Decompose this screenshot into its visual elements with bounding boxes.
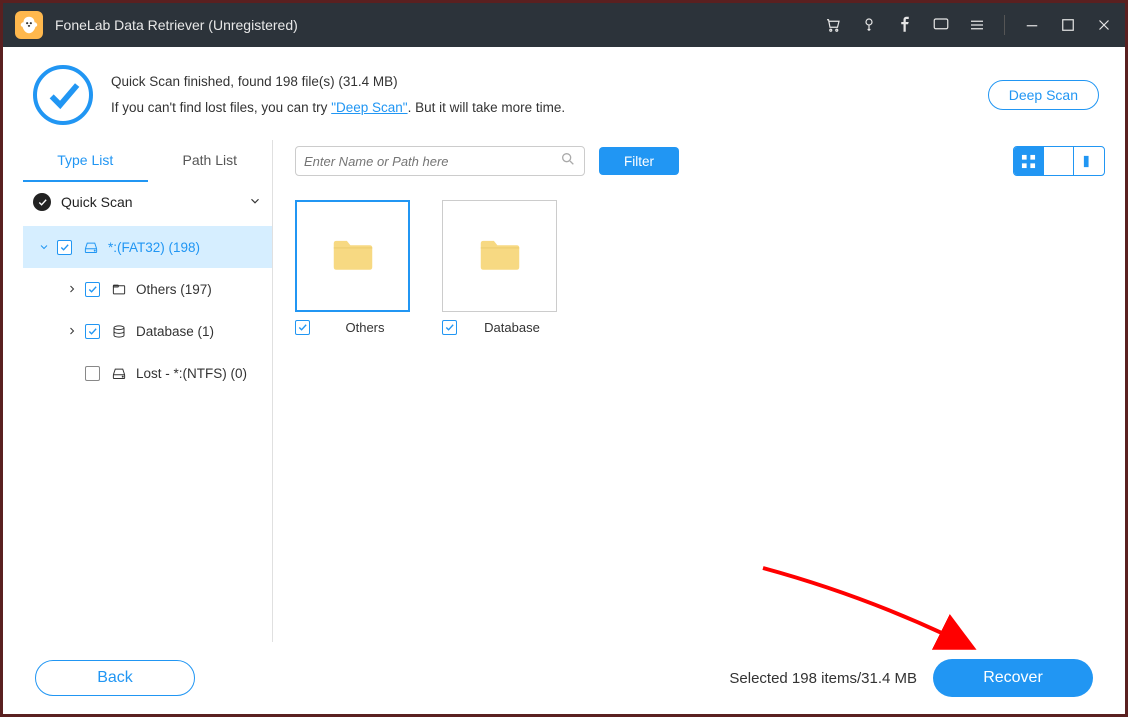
menu-icon[interactable] <box>966 14 988 36</box>
tile-thumb[interactable] <box>295 200 410 312</box>
drive-icon <box>80 240 102 255</box>
recover-button[interactable]: Recover <box>933 659 1093 697</box>
chevron-down-icon <box>37 241 51 253</box>
maximize-icon[interactable] <box>1057 14 1079 36</box>
tile-thumb[interactable] <box>442 200 557 312</box>
tree-label: Database (1) <box>136 324 214 339</box>
tree: *:(FAT32) (198) Others (197) Database (1… <box>23 222 272 394</box>
app-title: FoneLab Data Retriever (Unregistered) <box>55 17 298 33</box>
check-dot-icon <box>33 193 51 211</box>
chevron-down-icon <box>248 194 262 211</box>
tree-label: Lost - *:(NTFS) (0) <box>136 366 247 381</box>
titlebar-actions <box>822 14 1115 36</box>
search-input-wrap[interactable] <box>295 146 585 176</box>
app-logo <box>15 11 43 39</box>
tile-database[interactable]: Database <box>442 200 557 335</box>
tile-label: Database <box>467 320 557 335</box>
view-detail-icon[interactable] <box>1074 147 1104 175</box>
view-mode-buttons <box>1013 146 1105 176</box>
tile-label: Others <box>320 320 410 335</box>
filter-button[interactable]: Filter <box>599 147 679 175</box>
sidebar: Type List Path List Quick Scan *:(FAT32)… <box>23 140 273 669</box>
feedback-icon[interactable] <box>930 14 952 36</box>
chevron-right-icon <box>65 283 79 295</box>
checkbox[interactable] <box>85 366 100 381</box>
folder-icon <box>479 235 521 278</box>
checkbox[interactable] <box>442 320 457 335</box>
folder-icon <box>108 282 130 297</box>
folder-icon <box>332 235 374 278</box>
status-line1: Quick Scan finished, found 198 file(s) (… <box>111 69 565 95</box>
titlebar: FoneLab Data Retriever (Unregistered) <box>3 3 1125 47</box>
tree-label: Others (197) <box>136 282 212 297</box>
view-list-icon[interactable] <box>1044 147 1074 175</box>
section-label: Quick Scan <box>61 194 133 210</box>
tree-label: *:(FAT32) (198) <box>108 240 200 255</box>
search-input[interactable] <box>304 154 560 169</box>
tree-node-lost-ntfs[interactable]: Lost - *:(NTFS) (0) <box>23 352 272 394</box>
key-icon[interactable] <box>858 14 880 36</box>
sidebar-tabs: Type List Path List <box>23 140 272 182</box>
checkbox[interactable] <box>57 240 72 255</box>
back-button[interactable]: Back <box>35 660 195 696</box>
tree-node-fat32[interactable]: *:(FAT32) (198) <box>23 226 272 268</box>
scan-status-header: Quick Scan finished, found 198 file(s) (… <box>3 47 1125 139</box>
footer: Back Selected 198 items/31.4 MB Recover <box>3 642 1125 714</box>
status-line2: If you can't find lost files, you can tr… <box>111 95 565 121</box>
drive-icon <box>108 366 130 381</box>
status-text: Quick Scan finished, found 198 file(s) (… <box>111 69 565 120</box>
check-complete-icon <box>33 65 93 125</box>
section-quick-scan[interactable]: Quick Scan <box>23 182 272 222</box>
checkbox[interactable] <box>85 324 100 339</box>
view-grid-icon[interactable] <box>1014 147 1044 175</box>
cart-icon[interactable] <box>822 14 844 36</box>
selected-count-text: Selected 198 items/31.4 MB <box>729 670 917 687</box>
facebook-icon[interactable] <box>894 14 916 36</box>
tile-caption: Others <box>295 320 410 335</box>
chevron-right-icon <box>65 325 79 337</box>
search-icon[interactable] <box>560 151 576 172</box>
content-area: Filter Others <box>273 140 1105 669</box>
checkbox[interactable] <box>85 282 100 297</box>
tile-caption: Database <box>442 320 557 335</box>
database-icon <box>108 324 130 339</box>
tree-node-others[interactable]: Others (197) <box>23 268 272 310</box>
deep-scan-link[interactable]: "Deep Scan" <box>331 100 407 115</box>
tab-path-list[interactable]: Path List <box>148 140 273 182</box>
titlebar-separator <box>1004 15 1005 35</box>
checkbox[interactable] <box>295 320 310 335</box>
content-toolbar: Filter <box>295 140 1105 182</box>
deep-scan-button[interactable]: Deep Scan <box>988 80 1099 110</box>
tree-node-database[interactable]: Database (1) <box>23 310 272 352</box>
folder-grid: Others Database <box>295 182 1105 353</box>
main-area: Type List Path List Quick Scan *:(FAT32)… <box>3 139 1125 669</box>
minimize-icon[interactable] <box>1021 14 1043 36</box>
tab-type-list[interactable]: Type List <box>23 140 148 182</box>
tile-others[interactable]: Others <box>295 200 410 335</box>
close-icon[interactable] <box>1093 14 1115 36</box>
